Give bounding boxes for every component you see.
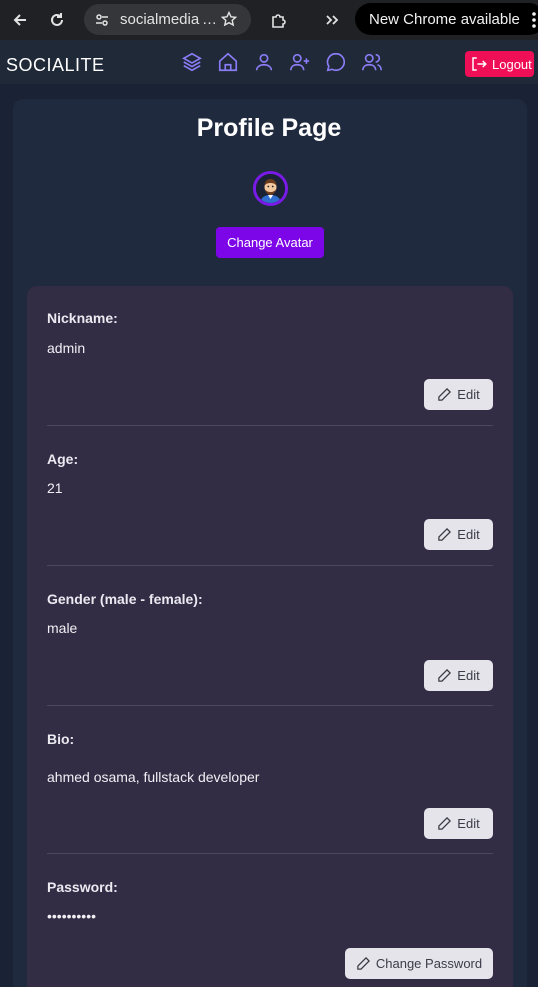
edit-label: Edit <box>457 387 480 402</box>
update-chrome-label: New Chrome available <box>369 11 520 28</box>
pencil-icon <box>438 387 452 401</box>
pencil-icon <box>357 956 370 970</box>
logout-icon <box>472 57 487 71</box>
gender-value: male <box>47 620 78 636</box>
logout-label: Logout <box>492 56 532 72</box>
divider <box>47 853 493 854</box>
avatar <box>253 171 288 206</box>
password-label: Password: <box>47 879 118 895</box>
page-title: Profile Page <box>196 114 342 142</box>
back-arrow-icon[interactable] <box>8 8 32 32</box>
edit-label: Edit <box>457 527 480 542</box>
add-user-icon[interactable] <box>288 50 312 74</box>
url-ellipsis: … <box>202 11 217 28</box>
home-icon[interactable] <box>216 50 240 74</box>
age-value: 21 <box>47 480 63 496</box>
pencil-icon <box>438 527 452 541</box>
browser-toolbar: socialmedia … New Chrome available <box>0 0 538 40</box>
update-chrome-button[interactable]: New Chrome available <box>355 3 538 35</box>
bio-value: ahmed osama, fullstack developer <box>47 769 260 785</box>
change-avatar-button[interactable]: Change Avatar <box>216 227 324 258</box>
change-password-label: Change Password <box>375 956 483 971</box>
password-value: •••••••••• <box>47 908 97 924</box>
edit-nickname-button[interactable]: Edit <box>424 379 493 410</box>
divider <box>47 705 493 706</box>
kebab-menu-icon <box>532 12 536 28</box>
extensions-puzzle-icon[interactable] <box>267 8 291 32</box>
nickname-label: Nickname: <box>47 310 118 326</box>
pencil-icon <box>438 668 452 682</box>
edit-gender-button[interactable]: Edit <box>424 660 493 691</box>
chat-bubble-icon[interactable] <box>324 50 348 74</box>
more-chevrons-icon[interactable] <box>320 8 344 32</box>
edit-label: Edit <box>457 668 480 683</box>
reload-icon[interactable] <box>45 8 69 32</box>
age-label: Age: <box>47 451 79 467</box>
nickname-value: admin <box>47 340 86 356</box>
user-icon[interactable] <box>252 50 276 74</box>
bio-label: Bio: <box>47 731 75 747</box>
edit-age-button[interactable]: Edit <box>424 519 493 550</box>
logout-button[interactable]: Logout <box>465 51 534 77</box>
change-password-button[interactable]: Change Password <box>345 948 493 979</box>
address-bar[interactable]: socialmedia … <box>84 4 251 35</box>
divider <box>47 425 493 426</box>
avatar-portrait-icon <box>256 174 285 203</box>
brand-logo[interactable]: SOCIALITE <box>6 55 105 76</box>
layers-icon[interactable] <box>180 50 204 74</box>
url-text: socialmedia <box>120 11 200 28</box>
divider <box>47 565 493 566</box>
gender-label: Gender (male - female): <box>47 591 203 607</box>
edit-bio-button[interactable]: Edit <box>424 808 493 839</box>
site-settings-icon[interactable] <box>94 12 110 33</box>
pencil-icon <box>438 816 452 830</box>
bookmark-star-icon[interactable] <box>220 10 238 32</box>
app-navbar: SOCIALITE <box>0 40 538 84</box>
edit-label: Edit <box>457 816 480 831</box>
users-group-icon[interactable] <box>360 50 384 74</box>
